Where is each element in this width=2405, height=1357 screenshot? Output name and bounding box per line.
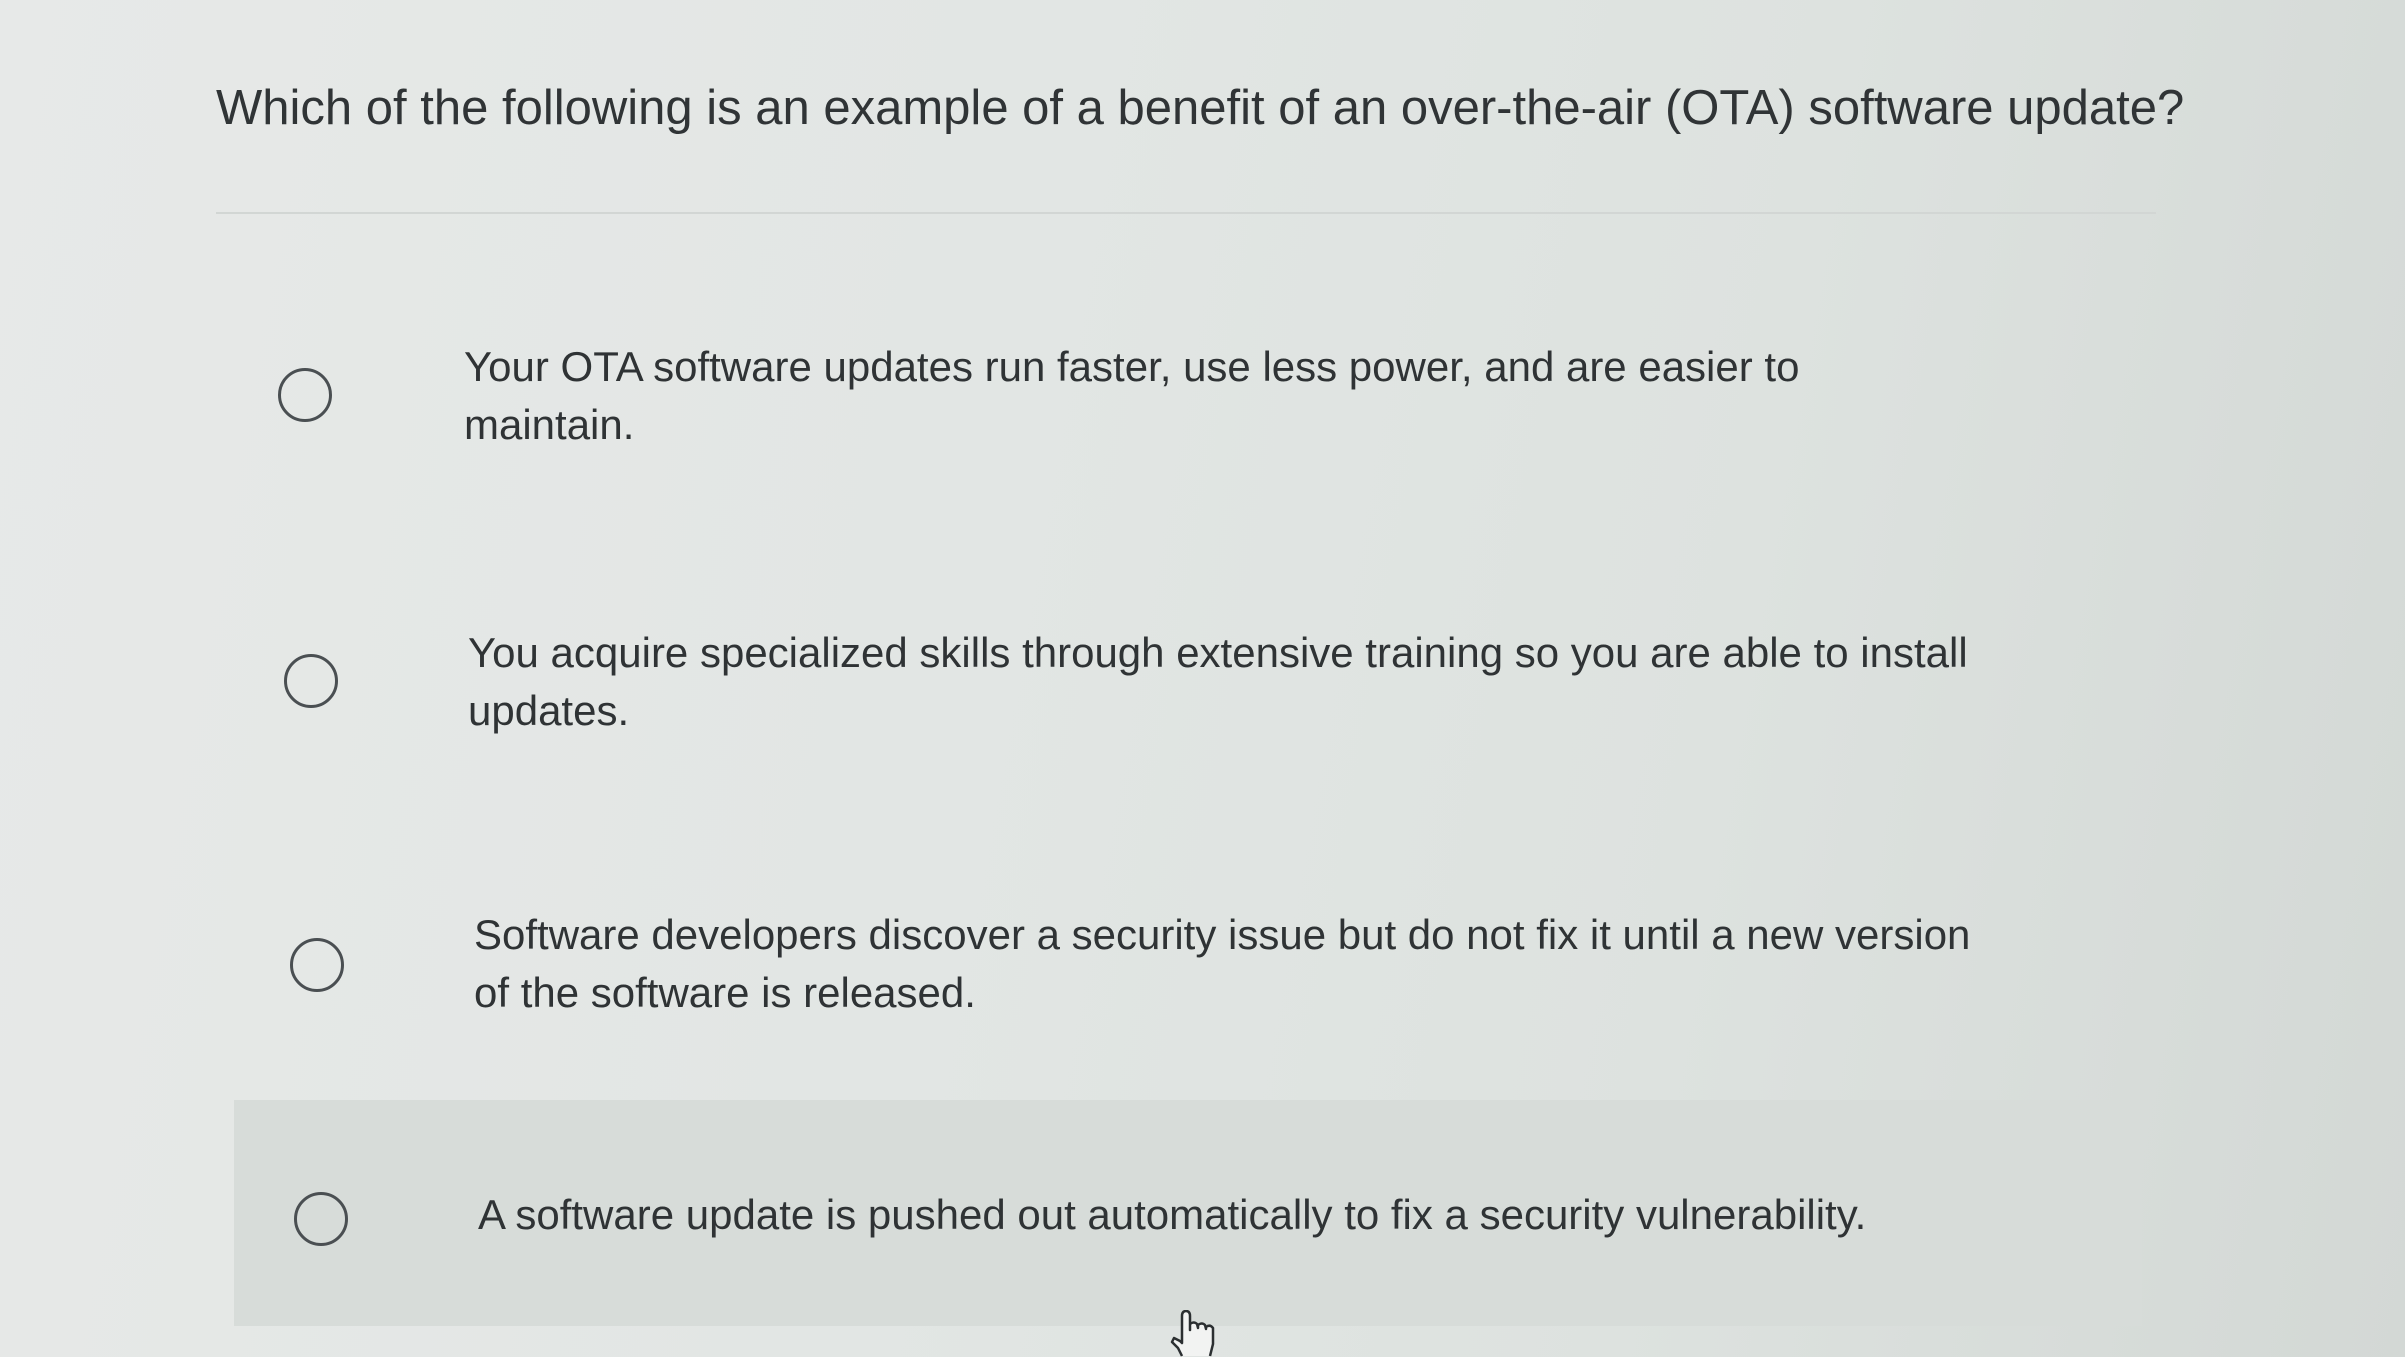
- radio-button-icon[interactable]: [278, 368, 332, 422]
- radio-button-icon[interactable]: [294, 1192, 348, 1246]
- answer-option-label[interactable]: A software update is pushed out automati…: [478, 1186, 2118, 1244]
- answer-option-label[interactable]: You acquire specialized skills through e…: [468, 624, 1998, 740]
- quiz-question-card: Which of the following is an example of …: [0, 0, 2405, 1357]
- answer-option-4[interactable]: A software update is pushed out automati…: [234, 1100, 2142, 1326]
- radio-button-icon[interactable]: [290, 938, 344, 992]
- question-divider: [216, 212, 2156, 214]
- answer-option-label[interactable]: Your OTA software updates run faster, us…: [464, 338, 1964, 454]
- radio-button-icon[interactable]: [284, 654, 338, 708]
- question-text: Which of the following is an example of …: [216, 81, 2185, 135]
- hand-pointer-icon: [1170, 1310, 1215, 1357]
- answer-option-label[interactable]: Software developers discover a security …: [474, 906, 1974, 1022]
